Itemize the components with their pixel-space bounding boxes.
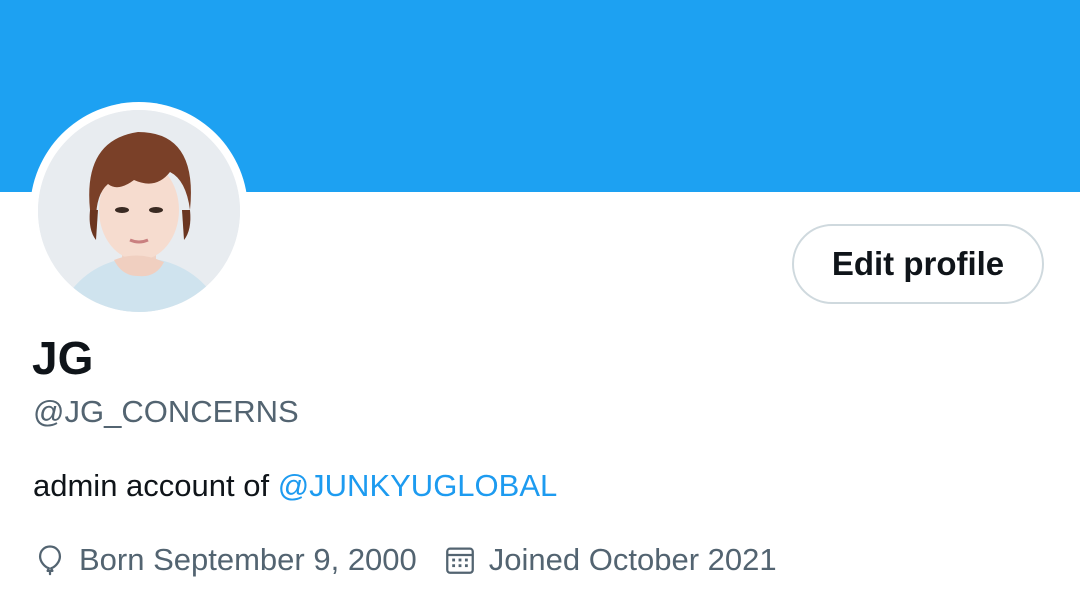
avatar-photo	[38, 110, 240, 312]
display-name: JG	[32, 332, 94, 384]
bio-text: admin account of	[33, 468, 278, 503]
avatar[interactable]	[38, 110, 240, 312]
joined-date-text: Joined October 2021	[488, 542, 777, 577]
balloon-icon	[33, 543, 67, 577]
born-date-item: Born September 9, 2000	[33, 538, 417, 582]
profile-bio: admin account of @JUNKYUGLOBAL	[33, 466, 557, 506]
edit-profile-button[interactable]: Edit profile	[792, 224, 1044, 304]
born-date-text: Born September 9, 2000	[79, 542, 417, 577]
joined-date-item: Joined October 2021	[443, 538, 777, 582]
calendar-icon	[443, 543, 477, 577]
avatar-ring	[30, 102, 248, 320]
profile-page: Edit profile JG @JG_CONCERNS admin accou…	[0, 0, 1080, 608]
profile-meta: Born September 9, 2000 Joined October 20…	[33, 538, 803, 582]
bio-mention-link[interactable]: @JUNKYUGLOBAL	[278, 468, 558, 503]
profile-handle: @JG_CONCERNS	[33, 394, 299, 429]
